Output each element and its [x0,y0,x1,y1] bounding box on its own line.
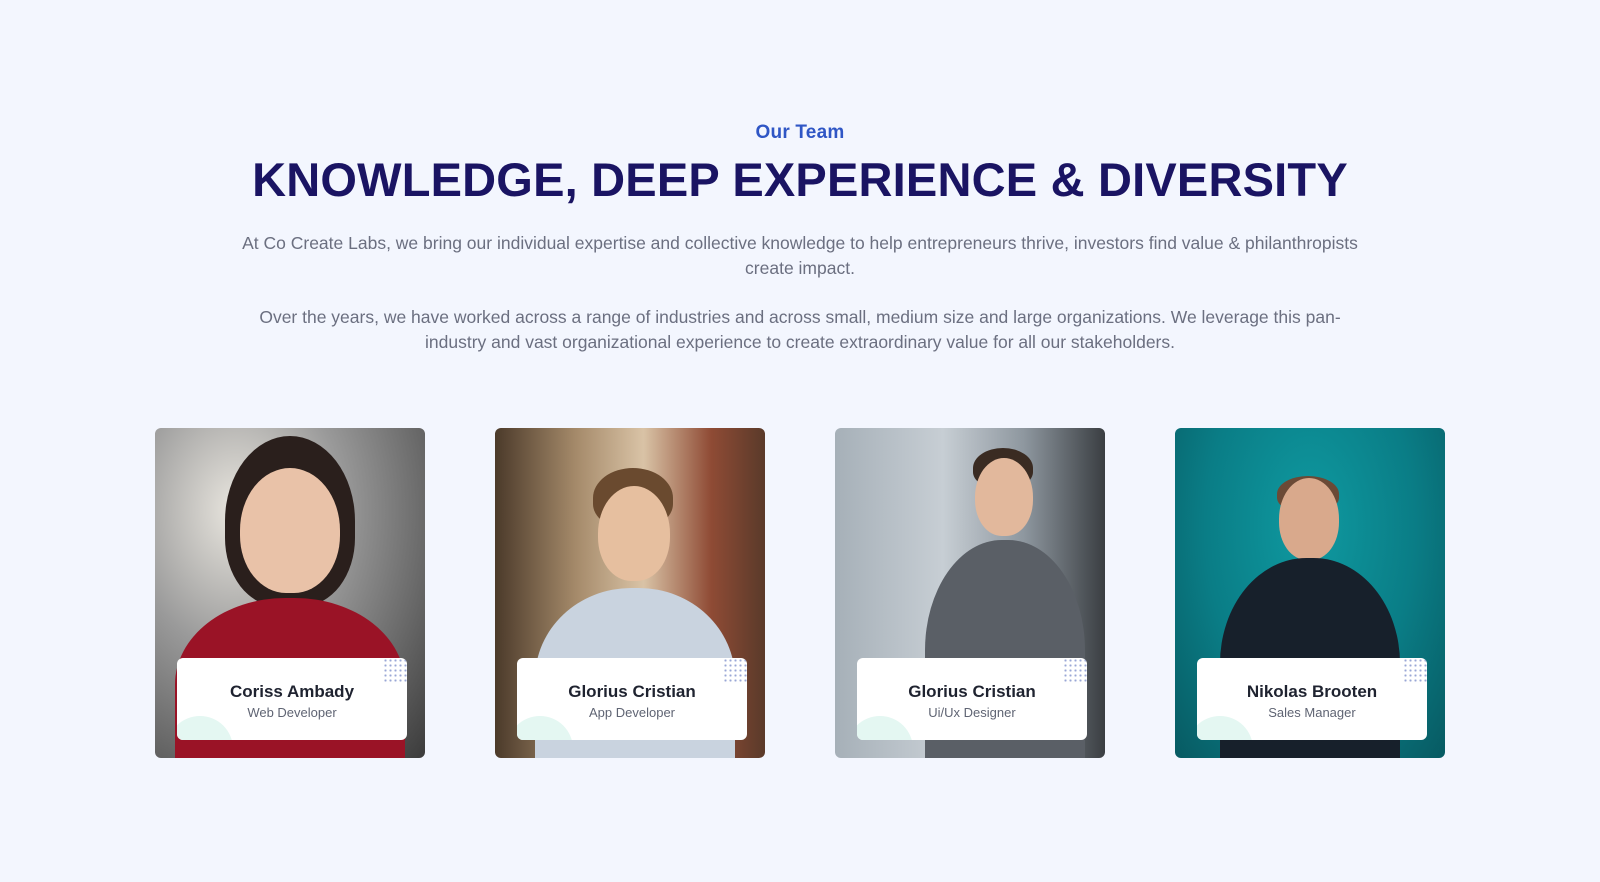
member-name: Nikolas Brooten [1246,682,1378,701]
team-section: Our Team KNOWLEDGE, DEEP EXPERIENCE & DI… [0,0,1600,882]
member-info-box: Nikolas Brooten Sales Manager [1197,658,1427,740]
member-role: Sales Manager [1268,705,1356,720]
member-name: Glorius Cristian [908,682,1036,701]
dot-pattern-icon [1403,658,1427,682]
intro-paragraph-2: Over the years, we have worked across a … [259,307,1341,352]
member-info-box: Glorius Cristian Ui/Ux Designer [857,658,1087,740]
section-eyebrow: Our Team [755,122,845,143]
section-headline: KNOWLEDGE, DEEP EXPERIENCE & DIVERSITY [252,153,1348,206]
member-info-box: Glorius Cristian App Developer [517,658,747,740]
member-role: Ui/Ux Designer [928,705,1016,720]
member-name: Coriss Ambady [229,682,355,701]
photo-face-shape [975,458,1033,536]
member-role: App Developer [589,705,675,720]
team-card-4[interactable]: Nikolas Brooten Sales Manager [1175,428,1445,758]
member-name: Glorius Cristian [568,682,696,701]
team-card-1[interactable]: Coriss Ambady Web Developer [155,428,425,758]
photo-face-shape [598,486,670,581]
intro-paragraph-1: At Co Create Labs, we bring our individu… [242,233,1358,278]
team-card-3[interactable]: Glorius Cristian Ui/Ux Designer [835,428,1105,758]
member-role: Web Developer [247,705,337,720]
team-card-2[interactable]: Glorius Cristian App Developer [495,428,765,758]
dot-pattern-icon [383,658,407,682]
photo-face-shape [1279,478,1339,560]
dot-pattern-icon [723,658,747,682]
photo-face-shape [240,468,340,593]
dot-pattern-icon [1063,658,1087,682]
member-info-box: Coriss Ambady Web Developer [177,658,407,740]
